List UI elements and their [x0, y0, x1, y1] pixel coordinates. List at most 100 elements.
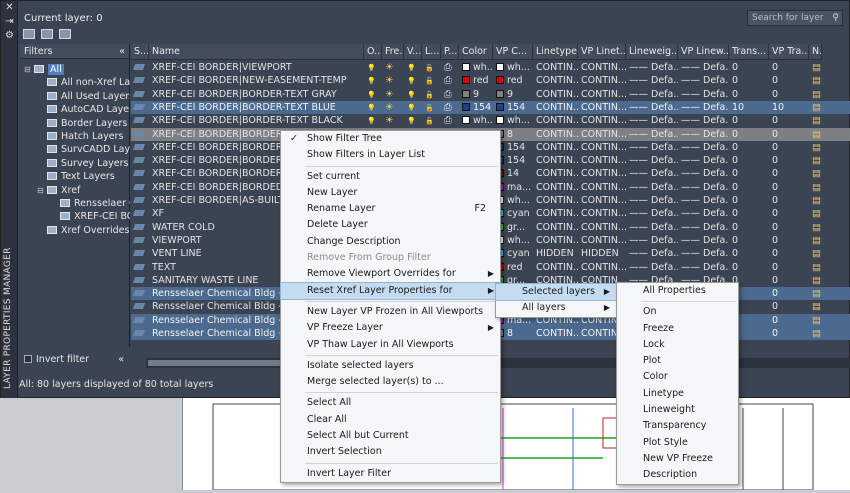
vp-transparency-cell[interactable]: 0 [769, 314, 809, 327]
vp-transparency-cell[interactable]: 0 [769, 128, 809, 141]
vp-color-cell[interactable]: wh... [493, 61, 533, 74]
filter-tree-item[interactable]: AutoCAD Layers [37, 103, 130, 116]
transparency-cell[interactable]: 0 [729, 234, 769, 247]
unlock-icon[interactable]: 🔓 [425, 64, 434, 72]
vp-lineweight-cell[interactable]: —— Defa... [678, 61, 729, 74]
thaw-sun-icon[interactable]: ☀ [385, 62, 394, 73]
vp-bulb-icon[interactable]: 💡 [407, 117, 416, 125]
column-header[interactable]: VP C... [493, 44, 533, 60]
vp-transparency-cell[interactable]: 0 [769, 247, 809, 260]
filter-tree-item[interactable]: Xref Overrides [37, 224, 130, 237]
transparency-cell[interactable]: 0 [729, 61, 769, 74]
new-property-filter-icon[interactable] [23, 29, 35, 39]
new-vp-freeze-icon[interactable]: ▤ [812, 208, 821, 219]
layer-status-icon[interactable] [131, 247, 149, 260]
unlock-icon[interactable]: 🔓 [425, 77, 434, 85]
thaw-sun-icon[interactable]: ☀ [385, 102, 394, 113]
filter-tree-item[interactable]: Hatch Layers [37, 130, 130, 143]
menu-item[interactable]: Invert Selection [281, 444, 500, 460]
linetype-cell[interactable]: CONTIN... [533, 114, 578, 127]
menu-item[interactable]: All layers ▶ [496, 300, 616, 316]
new-vp-freeze-cell[interactable]: ▤ [809, 74, 822, 87]
vp-freeze-cell[interactable]: 💡 [404, 88, 422, 101]
layer-row[interactable]: XREF-CEI BORDER|VIEWPORT💡☀💡🔓⎙wh...wh...C… [131, 61, 850, 74]
lineweight-cell[interactable]: —— Defa... [626, 101, 678, 114]
lineweight-cell[interactable]: —— Defa... [626, 61, 678, 74]
column-header[interactable]: Trans... [729, 44, 769, 60]
column-header[interactable]: P... [441, 44, 459, 60]
lineweight-cell[interactable]: —— Defa... [626, 141, 678, 154]
transparency-cell[interactable]: 0 [729, 247, 769, 260]
vp-lineweight-cell[interactable]: —— Defa... [678, 74, 729, 87]
invert-filter-checkbox[interactable] [24, 355, 32, 363]
new-vp-freeze-icon[interactable]: ▤ [812, 75, 821, 86]
vp-bulb-icon[interactable]: 💡 [407, 91, 416, 99]
menu-item[interactable]: VP Thaw Layer in All Viewports [281, 337, 500, 353]
new-vp-freeze-cell[interactable]: ▤ [809, 114, 822, 127]
column-header[interactable]: L... [422, 44, 441, 60]
vp-lineweight-cell[interactable]: —— Defa... [678, 88, 729, 101]
color-cell[interactable]: wh... [459, 61, 493, 74]
vp-transparency-cell[interactable]: 0 [769, 74, 809, 87]
linetype-cell[interactable]: CONTIN... [533, 221, 578, 234]
new-vp-freeze-icon[interactable]: ▤ [812, 142, 821, 153]
vp-bulb-icon[interactable]: 💡 [407, 64, 416, 72]
filter-tree-item[interactable]: SurvCADD Layers [37, 143, 130, 156]
thaw-sun-icon[interactable]: ☀ [385, 89, 394, 100]
vp-linetype-cell[interactable]: CONTIN... [578, 61, 626, 74]
column-header[interactable]: VP Tra... [769, 44, 809, 60]
lock-cell[interactable]: 🔓 [422, 88, 441, 101]
new-vp-freeze-cell[interactable]: ▤ [809, 167, 822, 180]
vp-lineweight-cell[interactable]: —— Defa... [678, 234, 729, 247]
menu-item[interactable]: New Layer [281, 185, 500, 201]
on-cell[interactable]: 💡 [364, 114, 382, 127]
vp-bulb-icon[interactable]: 💡 [407, 104, 416, 112]
menu-item[interactable]: Selected layers ▶ [495, 282, 617, 302]
vp-lineweight-cell[interactable]: —— Defa... [678, 221, 729, 234]
menu-item[interactable]: Transparency [617, 418, 738, 434]
transparency-cell[interactable]: 0 [729, 167, 769, 180]
linetype-cell[interactable]: CONTIN... [533, 234, 578, 247]
column-header[interactable]: O... [364, 44, 382, 60]
on-bulb-icon[interactable]: 💡 [367, 91, 376, 99]
freeze-cell[interactable]: ☀ [382, 88, 404, 101]
vp-color-cell[interactable]: red [493, 74, 533, 87]
lineweight-cell[interactable]: —— Defa... [626, 88, 678, 101]
vp-lineweight-cell[interactable]: —— Defa... [678, 194, 729, 207]
properties-icon[interactable]: ⚙ [1, 29, 18, 43]
column-header[interactable]: N... [809, 44, 822, 60]
vp-transparency-cell[interactable]: 0 [769, 194, 809, 207]
menu-item[interactable]: Invert Layer Filter [281, 466, 500, 482]
plot-cell[interactable]: ⎙ [441, 101, 459, 114]
new-vp-freeze-icon[interactable]: ▤ [812, 195, 821, 206]
vp-lineweight-cell[interactable]: —— Defa... [678, 101, 729, 114]
vp-lineweight-cell[interactable]: —— Defa... [678, 128, 729, 141]
new-vp-freeze-cell[interactable]: ▤ [809, 261, 822, 274]
menu-item[interactable]: Select All [281, 395, 500, 411]
linetype-cell[interactable]: CONTIN... [533, 261, 578, 274]
vp-transparency-cell[interactable]: 0 [769, 274, 809, 287]
transparency-cell[interactable]: 0 [729, 128, 769, 141]
thaw-sun-icon[interactable]: ☀ [385, 75, 394, 86]
linetype-cell[interactable]: CONTIN... [533, 327, 578, 340]
linetype-cell[interactable]: HIDDEN [533, 247, 578, 260]
new-vp-freeze-icon[interactable]: ▤ [812, 235, 821, 246]
layer-status-icon[interactable] [131, 101, 149, 114]
color-cell[interactable]: 9 [459, 88, 493, 101]
vp-lineweight-cell[interactable]: —— Defa... [678, 141, 729, 154]
transparency-cell[interactable]: 0 [729, 181, 769, 194]
menu-item[interactable]: All Properties [617, 283, 738, 299]
vp-linetype-cell[interactable]: CONTIN... [578, 221, 626, 234]
layer-status-icon[interactable] [131, 207, 149, 220]
new-vp-freeze-icon[interactable]: ▤ [812, 248, 821, 259]
column-header[interactable]: VP Linew... [678, 44, 729, 60]
linetype-cell[interactable]: CONTIN... [533, 167, 578, 180]
vp-transparency-cell[interactable]: 0 [769, 88, 809, 101]
filter-tree-item[interactable]: Border Layers [37, 117, 130, 130]
menu-item[interactable]: Merge selected layer(s) to ... [281, 374, 500, 390]
layer-status-icon[interactable] [131, 314, 149, 327]
vp-linetype-cell[interactable]: CONTIN... [578, 181, 626, 194]
menu-item[interactable]: Show Filters in Layer List [281, 147, 500, 163]
vp-transparency-cell[interactable]: 0 [769, 300, 809, 313]
menu-item[interactable]: Lineweight [617, 402, 738, 418]
